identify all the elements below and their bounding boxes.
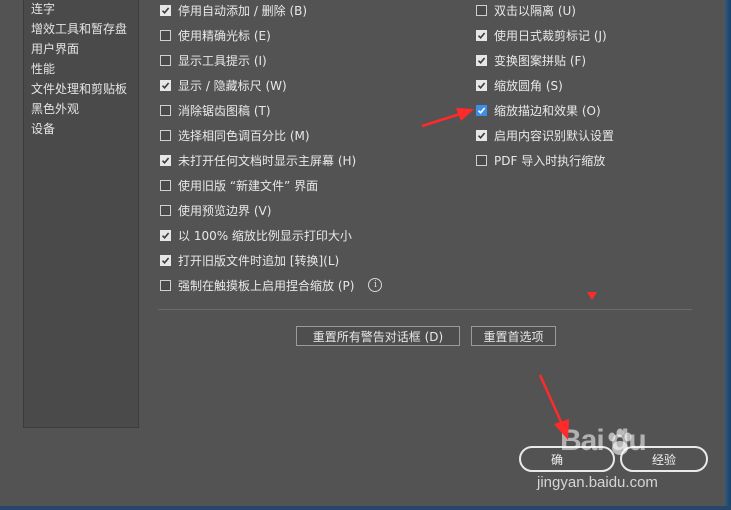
sidebar-item-user-interface[interactable]: 用户界面	[31, 40, 79, 57]
info-icon[interactable]: i	[368, 278, 383, 292]
option-scale-corners[interactable]: 缩放圆角 (S)	[476, 76, 563, 94]
option-legacy-new-file-interface[interactable]: 使用旧版 “新建文件” 界面	[160, 176, 318, 194]
red-arrow-down-icon	[538, 374, 569, 440]
option-anti-aliased-artwork[interactable]: 消除锯齿图稿 (T)	[160, 101, 271, 119]
option-precise-cursors[interactable]: 使用精确光标 (E)	[160, 26, 271, 44]
checkbox-unchecked[interactable]	[160, 204, 171, 216]
option-show-home-screen[interactable]: 未打开任何文档时显示主屏幕 (H)	[160, 151, 356, 169]
checkbox-checked[interactable]	[476, 104, 487, 116]
option-use-preview-bounds[interactable]: 使用预览边界 (V)	[160, 201, 271, 219]
checkbox-checked[interactable]	[160, 4, 171, 16]
option-label: 使用日式裁剪标记 (J)	[494, 28, 607, 43]
option-scale-on-pdf-import[interactable]: PDF 导入时执行缩放	[476, 151, 605, 169]
option-content-aware-defaults[interactable]: 启用内容识别默认设置	[476, 126, 614, 144]
option-force-pinch-zoom[interactable]: 强制在触摸板上启用捏合缩放 (P) i	[160, 276, 383, 294]
sidebar-item-plugins-scratch-disks[interactable]: 增效工具和暂存盘	[31, 20, 127, 37]
option-japanese-crop-marks[interactable]: 使用日式裁剪标记 (J)	[476, 26, 607, 44]
option-label: 消除锯齿图稿 (T)	[178, 103, 271, 118]
option-label: 缩放圆角 (S)	[494, 78, 563, 93]
option-transform-pattern-tiles[interactable]: 变换图案拼贴 (F)	[476, 51, 586, 69]
option-label: 启用内容识别默认设置	[494, 128, 615, 143]
checkbox-unchecked[interactable]	[160, 129, 171, 141]
sidebar-item-file-handling-clipboard[interactable]: 文件处理和剪贴板	[31, 80, 127, 97]
option-label: 显示 / 隐藏标尺 (W)	[178, 78, 287, 93]
checkbox-unchecked[interactable]	[160, 179, 171, 191]
red-arrow-icon	[421, 108, 474, 128]
option-label: 显示工具提示 (I)	[178, 53, 267, 68]
option-label: 打开旧版文件时追加 [转换](L)	[178, 253, 340, 268]
sidebar-item-hyphenation[interactable]: 连字	[31, 0, 55, 17]
checkbox-checked[interactable]	[476, 29, 487, 41]
option-label: 变换图案拼贴 (F)	[494, 53, 587, 68]
option-label: 停用自动添加 / 删除 (B)	[178, 3, 308, 18]
option-show-hide-rulers[interactable]: 显示 / 隐藏标尺 (W)	[160, 76, 287, 94]
option-disable-auto-add-delete[interactable]: 停用自动添加 / 删除 (B)	[160, 1, 307, 19]
checkbox-unchecked[interactable]	[476, 154, 487, 166]
option-label: 使用精确光标 (E)	[178, 28, 271, 43]
option-label: 缩放描边和效果 (O)	[494, 103, 601, 118]
checkbox-checked[interactable]	[160, 254, 171, 266]
preferences-dialog: 连字 增效工具和暂存盘 用户界面 性能 文件处理和剪贴板 黑色外观 设备 停用自…	[0, 0, 726, 506]
checkbox-checked[interactable]	[160, 229, 171, 241]
paw-print-icon	[608, 428, 632, 455]
watermark-url: jingyan.baidu.com	[537, 474, 658, 491]
checkbox-unchecked[interactable]	[160, 279, 171, 291]
checkbox-checked[interactable]	[160, 79, 171, 91]
option-select-same-tint-percentage[interactable]: 选择相同色调百分比 (M)	[160, 126, 310, 144]
reset-all-warnings-button[interactable]: 重置所有警告对话框 (D)	[296, 326, 460, 346]
option-label: 双击以隔离 (U)	[494, 3, 576, 18]
sidebar-item-devices[interactable]: 设备	[31, 120, 55, 137]
reset-preferences-button[interactable]: 重置首选项	[471, 326, 556, 346]
checkbox-unchecked[interactable]	[160, 29, 171, 41]
option-display-print-size[interactable]: 以 100% 缩放比例显示打印大小	[160, 226, 352, 244]
option-append-convert-legacy[interactable]: 打开旧版文件时追加 [转换](L)	[160, 251, 339, 269]
preferences-sidebar: 连字 增效工具和暂存盘 用户界面 性能 文件处理和剪贴板 黑色外观 设备	[23, 0, 139, 428]
desktop-edge-bottom	[0, 506, 731, 510]
checkbox-checked[interactable]	[476, 129, 487, 141]
option-label: 以 100% 缩放比例显示打印大小	[178, 228, 352, 243]
section-divider	[158, 309, 692, 310]
checkbox-checked[interactable]	[160, 154, 171, 166]
triangle-marker-icon	[587, 292, 597, 300]
option-show-tool-tips[interactable]: 显示工具提示 (I)	[160, 51, 267, 69]
checkbox-unchecked[interactable]	[476, 4, 487, 16]
checkbox-unchecked[interactable]	[160, 54, 171, 66]
desktop-edge	[725, 0, 731, 510]
sidebar-item-black-appearance[interactable]: 黑色外观	[31, 100, 79, 117]
option-label: PDF 导入时执行缩放	[494, 153, 606, 168]
option-label: 未打开任何文档时显示主屏幕 (H)	[178, 153, 357, 168]
sidebar-item-performance[interactable]: 性能	[31, 60, 55, 77]
checkbox-unchecked[interactable]	[160, 104, 171, 116]
option-label: 选择相同色调百分比 (M)	[178, 128, 310, 143]
option-double-click-isolate[interactable]: 双击以隔离 (U)	[476, 1, 576, 19]
option-scale-strokes-effects[interactable]: 缩放描边和效果 (O)	[476, 101, 601, 119]
option-label: 使用旧版 “新建文件” 界面	[178, 178, 319, 193]
option-label: 使用预览边界 (V)	[178, 203, 272, 218]
checkbox-checked[interactable]	[476, 79, 487, 91]
option-label: 强制在触摸板上启用捏合缩放 (P)	[178, 278, 355, 293]
checkbox-checked[interactable]	[476, 54, 487, 66]
